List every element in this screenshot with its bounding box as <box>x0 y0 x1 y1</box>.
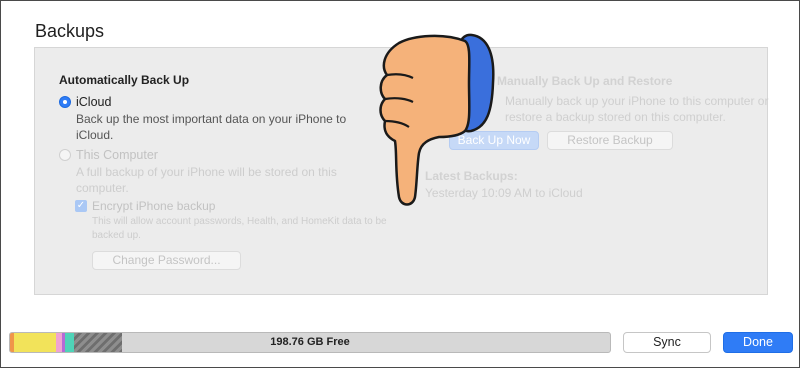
icloud-radio[interactable] <box>59 96 71 108</box>
this-computer-description: A full backup of your iPhone will be sto… <box>76 165 337 195</box>
sync-button[interactable]: Sync <box>623 332 711 353</box>
done-button[interactable]: Done <box>723 332 793 353</box>
thumbs-down-icon <box>379 33 495 206</box>
this-computer-radio[interactable] <box>59 149 71 161</box>
encrypt-label[interactable]: Encrypt iPhone backup <box>92 199 215 213</box>
this-computer-label[interactable]: This Computer <box>76 148 158 162</box>
manual-backup-description: Manually back up your iPhone to this com… <box>505 94 769 124</box>
icloud-description: Back up the most important data on your … <box>76 112 347 142</box>
encrypt-description: This will allow account passwords, Healt… <box>92 216 387 241</box>
storage-bar: 198.76 GB Free <box>9 332 611 353</box>
restore-backup-button[interactable]: Restore Backup <box>547 131 673 150</box>
change-password-button[interactable]: Change Password... <box>92 251 241 270</box>
manual-backup-title: Manually Back Up and Restore <box>497 74 673 88</box>
storage-free-label: 198.76 GB Free <box>270 336 350 348</box>
window: Backups Automatically Back Up iCloud Bac… <box>0 0 800 368</box>
icloud-label[interactable]: iCloud <box>76 95 111 109</box>
auto-backup-title: Automatically Back Up <box>59 73 190 87</box>
encrypt-checkbox[interactable]: ✓ <box>75 200 87 212</box>
section-title: Backups <box>35 21 105 41</box>
